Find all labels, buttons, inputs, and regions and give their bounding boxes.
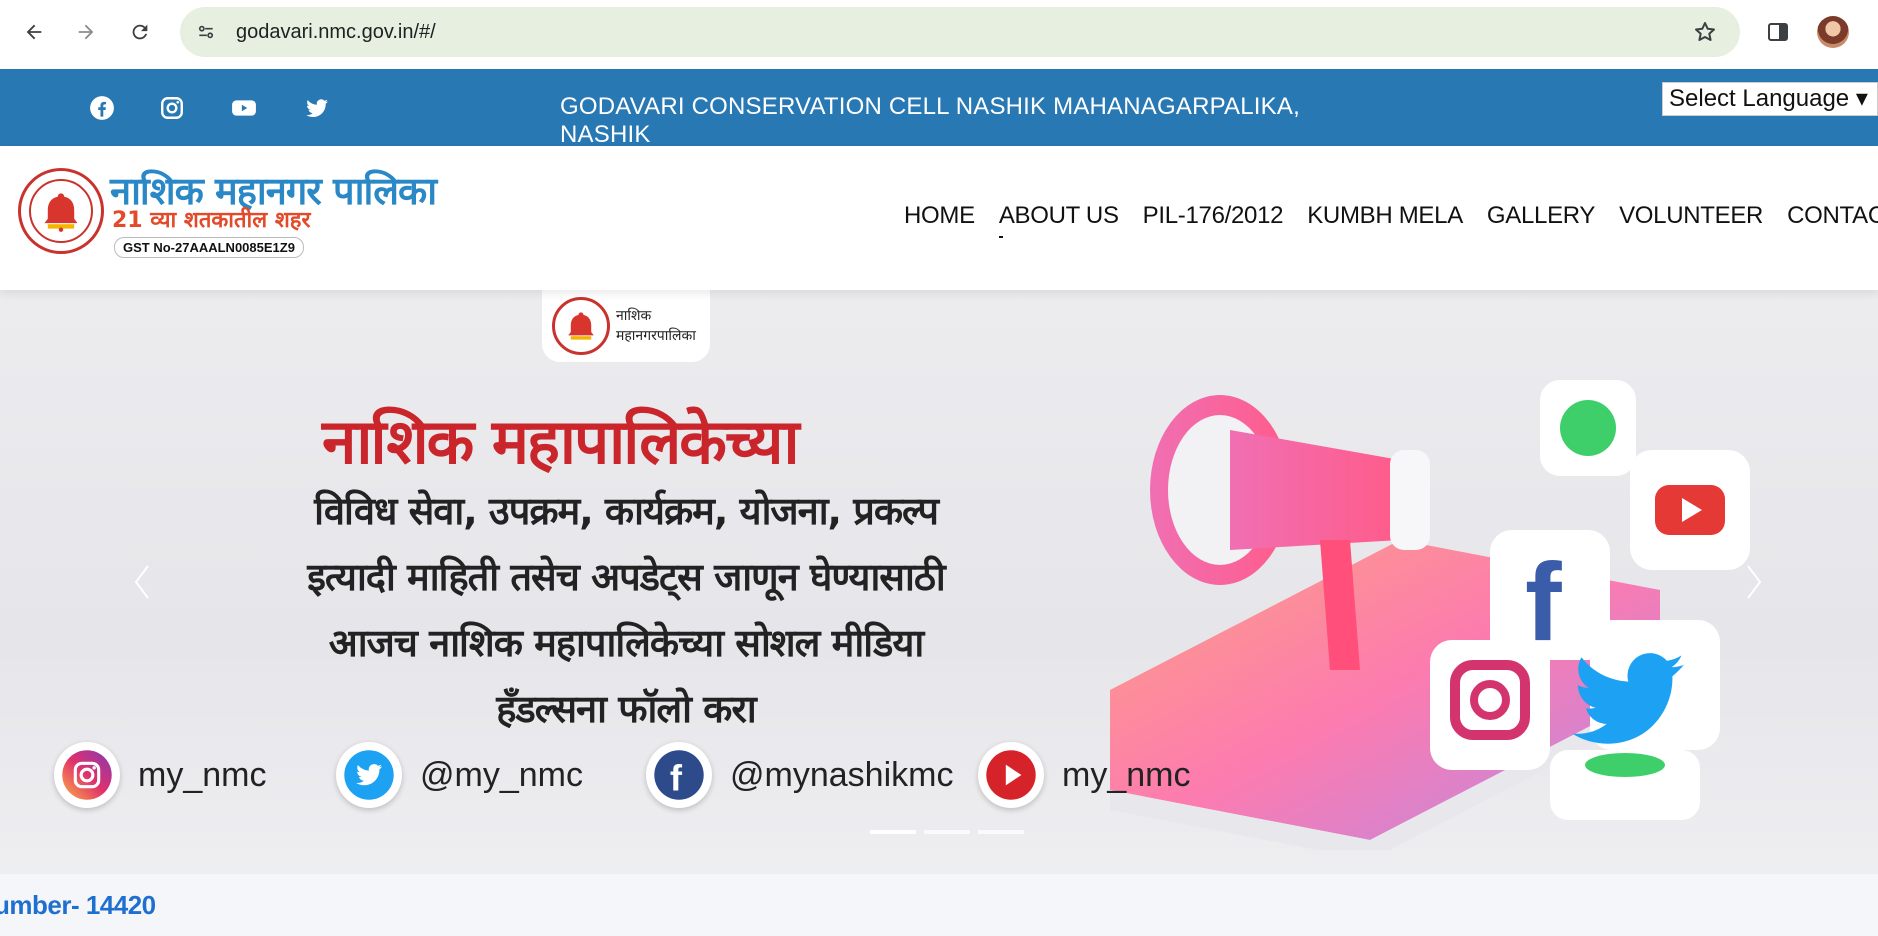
language-select[interactable]: Select Language ▾	[1662, 82, 1878, 116]
menu-item-kumbh-mela[interactable]: KUMBH MELA	[1307, 202, 1463, 230]
facebook-icon[interactable]	[87, 93, 117, 123]
hero-line-4: हँडल्सना फॉलो करा	[496, 687, 757, 731]
twitter-icon[interactable]	[302, 93, 332, 123]
language-select-label: Select Language	[1669, 85, 1850, 112]
menu-item-contact[interactable]: CONTACT	[1787, 202, 1878, 230]
news-ticker: umber- 14420	[0, 874, 1878, 936]
svg-text:f: f	[670, 758, 683, 799]
carousel-indicator[interactable]	[870, 830, 916, 834]
carousel-indicator[interactable]	[978, 830, 1024, 834]
nmc-seal-icon	[552, 297, 610, 355]
gst-badge: GST No-27AAALN0085E1Z9	[114, 237, 304, 258]
nmc-logo-icon[interactable]	[18, 168, 104, 254]
youtube-icon	[978, 742, 1044, 808]
ticker-text: umber- 14420	[0, 890, 156, 920]
facebook-icon: f	[646, 742, 712, 808]
arrow-left-icon	[26, 24, 42, 40]
handle-facebook[interactable]: f @mynashikmc	[646, 742, 953, 808]
top-bar: GODAVARI CONSERVATION CELL NASHIK MAHANA…	[0, 69, 1878, 148]
youtube-icon[interactable]	[229, 93, 259, 123]
address-bar[interactable]: godavari.nmc.gov.in/#/	[180, 7, 1740, 57]
back-button[interactable]	[16, 14, 52, 50]
menu-item-about-us[interactable]: ABOUT US	[998, 202, 1119, 238]
hero-logo-line-2: महानगरपालिका	[616, 328, 696, 344]
handle-instagram[interactable]: my_nmc	[54, 742, 266, 808]
logo-subtitle: 21 व्या शतकातील शहर	[112, 208, 311, 233]
side-panel-button[interactable]	[1760, 14, 1796, 50]
hero-logo: नाशिक महानगरपालिका	[542, 290, 710, 362]
chevron-down-icon: ▾	[1855, 85, 1868, 112]
social-handles: my_nmc @my_nmc f @mynashikmc my_nmc	[50, 742, 1250, 812]
top-bar-title: GODAVARI CONSERVATION CELL NASHIK MAHANA…	[560, 93, 1300, 148]
handle-label: @my_nmc	[420, 755, 583, 794]
side-panel-icon	[1768, 23, 1788, 41]
hero-line-2: इत्यादी माहिती तसेच अपडेट्स जाणून घेण्या…	[307, 555, 946, 599]
main-menu: HOME ABOUT US PIL-176/2012 KUMBH MELA GA…	[904, 202, 1878, 238]
hero-carousel: नाशिक महानगरपालिका नाशिक महापालिकेच्या व…	[0, 290, 1878, 874]
site-header: नाशिक महानगर पालिका 21 व्या शतकातील शहर …	[0, 146, 1878, 290]
hero-heading: नाशिक महापालिकेच्या	[322, 405, 799, 478]
instagram-icon[interactable]	[157, 93, 187, 123]
chevron-left-icon	[134, 565, 149, 599]
carousel-prev-button[interactable]	[122, 552, 162, 612]
menu-item-gallery[interactable]: GALLERY	[1487, 202, 1595, 230]
twitter-icon	[336, 742, 402, 808]
instagram-icon	[54, 742, 120, 808]
handle-twitter[interactable]: @my_nmc	[336, 742, 583, 808]
menu-item-home[interactable]: HOME	[904, 202, 975, 230]
carousel-indicators	[870, 830, 1024, 834]
forward-button[interactable]	[68, 14, 104, 50]
reload-icon	[132, 24, 148, 40]
handle-label: my_nmc	[1062, 755, 1191, 794]
url-text: godavari.nmc.gov.in/#/	[236, 20, 436, 43]
handle-youtube[interactable]: my_nmc	[978, 742, 1190, 808]
hero-line-3: आजच नाशिक महापालिकेच्या सोशल मीडिया	[328, 621, 925, 665]
profile-avatar[interactable]	[1817, 16, 1849, 48]
reload-button[interactable]	[122, 14, 158, 50]
handle-label: my_nmc	[138, 755, 267, 794]
menu-item-pil[interactable]: PIL-176/2012	[1143, 202, 1284, 230]
menu-item-volunteer[interactable]: VOLUNTEER	[1619, 202, 1763, 230]
arrow-right-icon	[78, 24, 94, 40]
bookmark-star-icon[interactable]	[1688, 15, 1722, 49]
carousel-indicator[interactable]	[924, 830, 970, 834]
hero-line-1: विविध सेवा, उपक्रम, कार्यक्रम, योजना, प्…	[314, 489, 939, 533]
browser-toolbar: godavari.nmc.gov.in/#/	[0, 0, 1878, 69]
site-info-icon[interactable]	[188, 14, 224, 50]
hero-logo-line-1: नाशिक	[616, 308, 652, 324]
handle-label: @mynashikmc	[730, 755, 954, 794]
